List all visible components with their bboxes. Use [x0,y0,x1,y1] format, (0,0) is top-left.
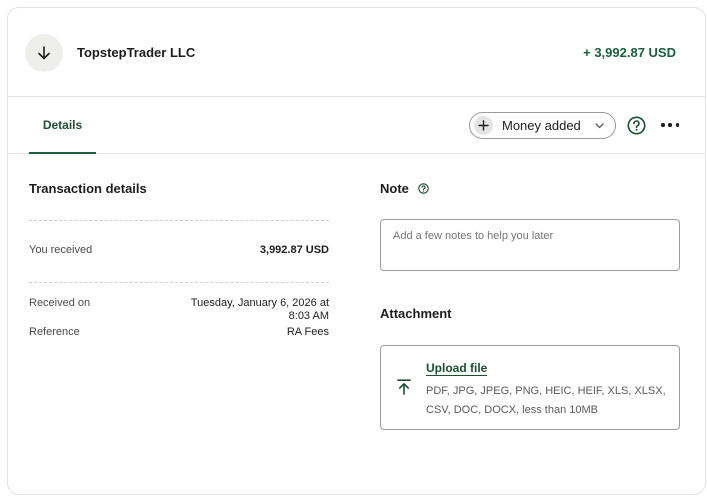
question-circle-icon[interactable] [627,116,646,135]
upload-icon [397,379,411,395]
divider [29,220,329,221]
transaction-card: TopstepTrader LLC + 3,992.87 USD Details… [7,7,706,495]
arrow-down-icon [38,46,50,60]
more-options-button[interactable] [661,123,679,129]
transaction-amount: + 3,992.87 USD [583,45,676,60]
attachment-dropzone[interactable]: Upload file PDF, JPG, JPEG, PNG, HEIC, H… [380,345,680,430]
more-dot [675,123,679,127]
reference-value: RA Fees [286,326,329,338]
category-dropdown[interactable]: Money added [469,112,616,139]
received-on-label: Received on [29,297,91,309]
received-value: 3,992.87 USD [259,244,329,256]
received-on-time: 8:03 AM [288,310,329,322]
received-on-value: Tuesday, January 6, 2026 at 8:03 AM [191,297,329,323]
note-title: Note [380,181,409,196]
category-label: Money added [502,118,581,133]
more-dot [668,123,672,127]
received-label: You received [29,244,93,256]
merchant-avatar [25,34,63,72]
divider [29,282,329,283]
transaction-details-title: Transaction details [29,181,147,196]
merchant-name: TopstepTrader LLC [77,45,196,60]
tab-details[interactable]: Details [29,97,96,154]
transaction-header: TopstepTrader LLC + 3,992.87 USD [8,8,705,97]
received-on-date: Tuesday, January 6, 2026 at [190,297,329,309]
note-section-title: Note [380,181,429,196]
more-horizontal-icon [661,123,665,127]
tabs-bar: Details Money added [8,97,705,154]
chevron-down-icon [595,123,604,129]
reference-label: Reference [29,326,80,338]
note-input[interactable]: Add a few notes to help you later [380,219,680,271]
question-circle-icon[interactable] [418,183,429,194]
upload-file-types: PDF, JPG, JPEG, PNG, HEIC, HEIF, XLS, XL… [426,385,666,416]
plus-icon [474,116,493,135]
attachment-title: Attachment [380,306,452,321]
upload-file-link[interactable]: Upload file [426,361,488,376]
